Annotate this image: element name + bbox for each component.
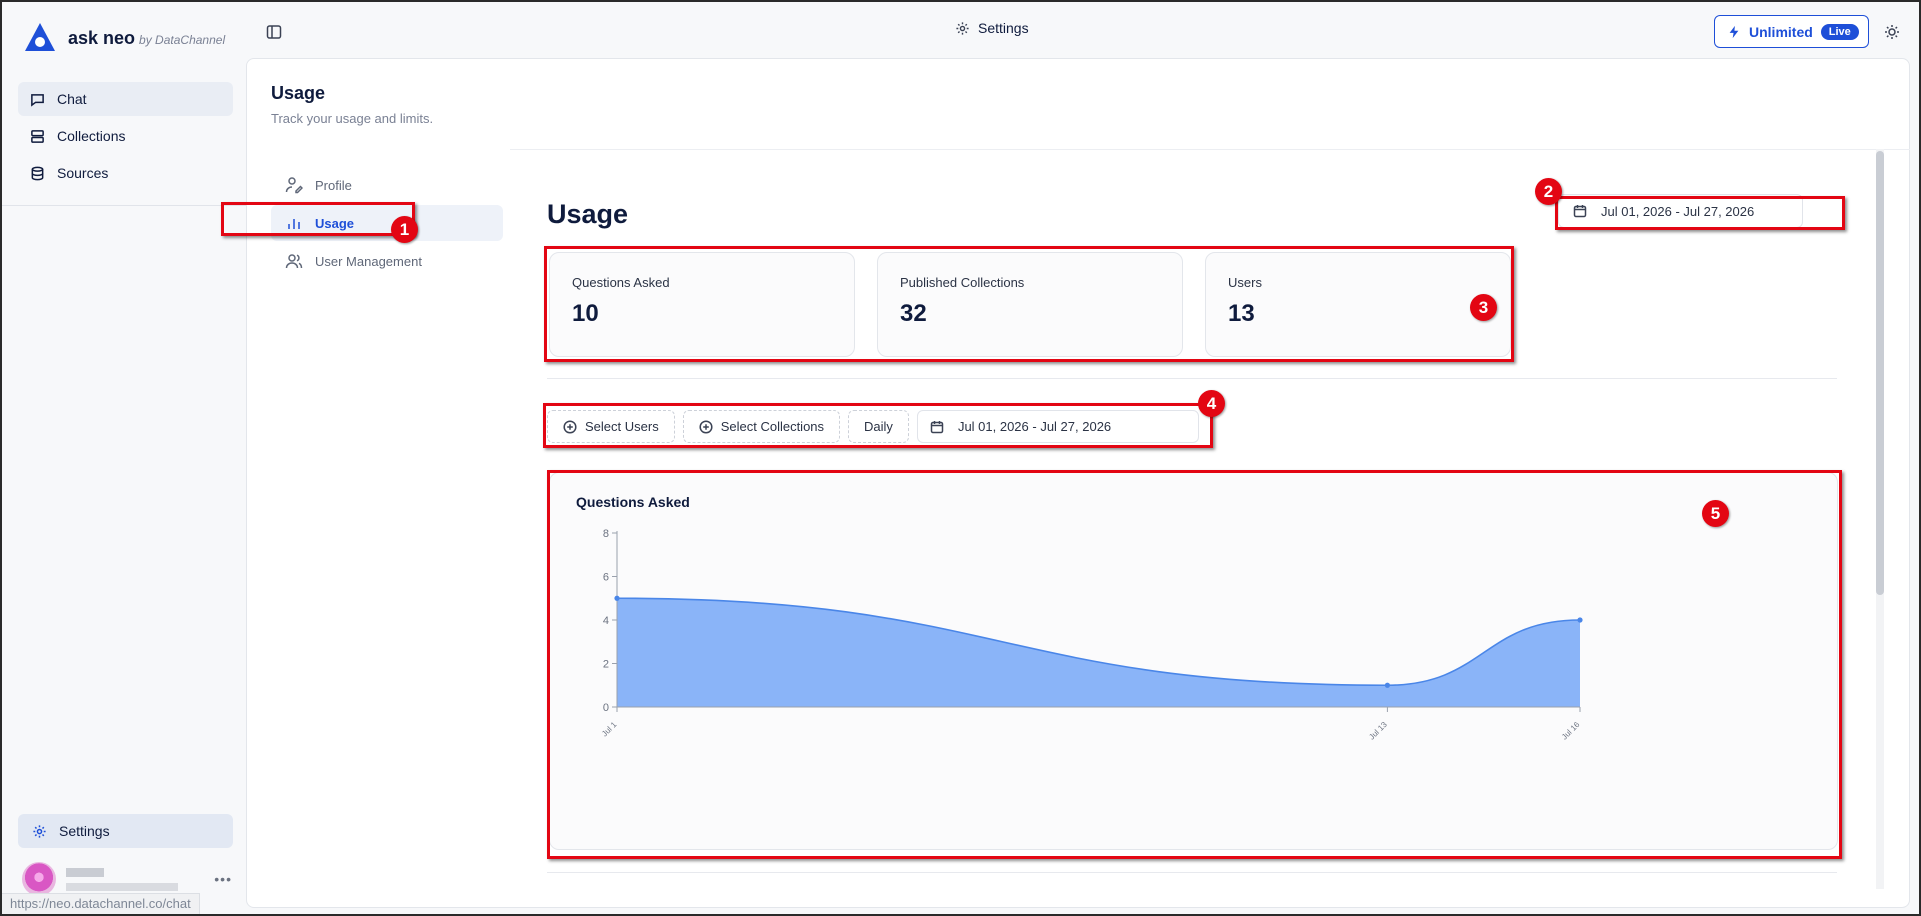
gear-icon — [956, 21, 969, 35]
sidebar-item-settings[interactable]: Settings — [18, 814, 233, 848]
scrollbar-thumb[interactable] — [1876, 151, 1884, 595]
user-profile-row[interactable]: ••• — [22, 862, 232, 896]
annotation-marker-1: 1 — [391, 216, 418, 243]
top-bar: Settings Unlimited Live — [245, 2, 1919, 60]
sidebar-item-label: Collections — [57, 128, 126, 144]
collections-icon — [31, 129, 44, 143]
sidebar-toggle-icon[interactable] — [266, 24, 282, 40]
avatar — [22, 862, 56, 896]
sidebar: ask neo by DataChannel Chat Collections S… — [2, 2, 247, 914]
annotation-box-1 — [221, 202, 415, 236]
chat-icon — [31, 93, 44, 107]
annotation-box-2 — [1555, 196, 1845, 230]
top-title: Settings — [955, 20, 1029, 36]
sidebar-item-label: Settings — [59, 823, 110, 839]
unlimited-plan-button[interactable]: Unlimited Live — [1714, 15, 1869, 48]
plan-label: Unlimited — [1749, 23, 1813, 40]
users-icon — [285, 254, 303, 269]
sidebar-item-label: Chat — [57, 91, 87, 107]
settings-nav-label: User Management — [315, 253, 422, 269]
ask-neo-logo-icon — [25, 23, 55, 51]
annotation-marker-2: 2 — [1535, 178, 1562, 205]
gear-icon — [33, 824, 46, 838]
annotation-marker-4: 4 — [1198, 390, 1225, 417]
user-edit-icon — [285, 177, 303, 194]
settings-nav-profile[interactable]: Profile — [271, 167, 503, 203]
annotation-box-3 — [544, 246, 1514, 362]
more-options-icon[interactable]: ••• — [214, 871, 232, 887]
lightning-icon — [1729, 25, 1739, 38]
usage-heading: Usage — [547, 199, 629, 229]
sidebar-item-chat[interactable]: Chat — [18, 82, 233, 116]
header-divider — [510, 149, 1910, 150]
status-bar-url: https://neo.datachannel.co/chat — [2, 893, 200, 914]
annotation-box-5 — [547, 470, 1842, 859]
settings-nav-label: Profile — [315, 177, 352, 193]
database-icon — [31, 166, 44, 180]
sun-icon[interactable] — [1884, 24, 1900, 40]
page-title: Usage — [271, 83, 326, 103]
sidebar-nav: Chat Collections Sources — [18, 82, 233, 193]
settings-nav-user-management[interactable]: User Management — [271, 243, 503, 279]
section-divider — [547, 872, 1837, 873]
sidebar-item-sources[interactable]: Sources — [18, 156, 233, 190]
sidebar-item-label: Sources — [57, 165, 109, 181]
section-divider — [547, 378, 1837, 379]
brand-name: ask neo by DataChannel — [68, 27, 226, 48]
annotation-marker-3: 3 — [1470, 294, 1497, 321]
sidebar-divider — [2, 205, 247, 206]
annotation-marker-5: 5 — [1702, 500, 1729, 527]
sidebar-item-collections[interactable]: Collections — [18, 119, 233, 153]
annotation-box-4 — [543, 403, 1213, 448]
brand[interactable]: ask neo by DataChannel — [22, 18, 225, 58]
page-subtitle: Track your usage and limits. — [271, 111, 434, 126]
top-title-label: Settings — [978, 20, 1029, 36]
user-info-redacted — [66, 867, 204, 891]
live-badge: Live — [1820, 23, 1859, 40]
